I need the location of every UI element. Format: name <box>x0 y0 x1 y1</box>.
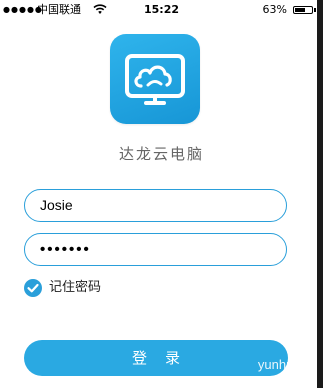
remember-password-label[interactable]: 记住密码 <box>49 279 101 297</box>
battery-icon <box>293 6 313 14</box>
status-bar: ●●●●● 中国联通 15:22 63% <box>0 0 323 20</box>
password-input[interactable] <box>40 234 270 264</box>
battery-cap <box>314 8 316 12</box>
battery-percent: 63% <box>262 3 287 16</box>
app-name: 达龙云电脑 <box>118 145 204 163</box>
username-input[interactable] <box>40 190 270 220</box>
login-screen: ●●●●● 中国联通 15:22 63% 达龙云电脑 Josie •••••••… <box>0 0 323 388</box>
username-field[interactable] <box>24 189 287 222</box>
watermark-text: yunhu.net <box>257 357 315 372</box>
battery-level-fill <box>295 8 305 12</box>
login-button[interactable]: 登录 <box>24 340 288 376</box>
cloud-monitor-icon <box>125 54 185 105</box>
app-logo <box>110 34 200 124</box>
password-field[interactable] <box>24 233 287 266</box>
checkmark-icon <box>27 283 39 293</box>
screen-edge <box>317 0 323 388</box>
remember-password-checkbox[interactable] <box>24 279 42 297</box>
